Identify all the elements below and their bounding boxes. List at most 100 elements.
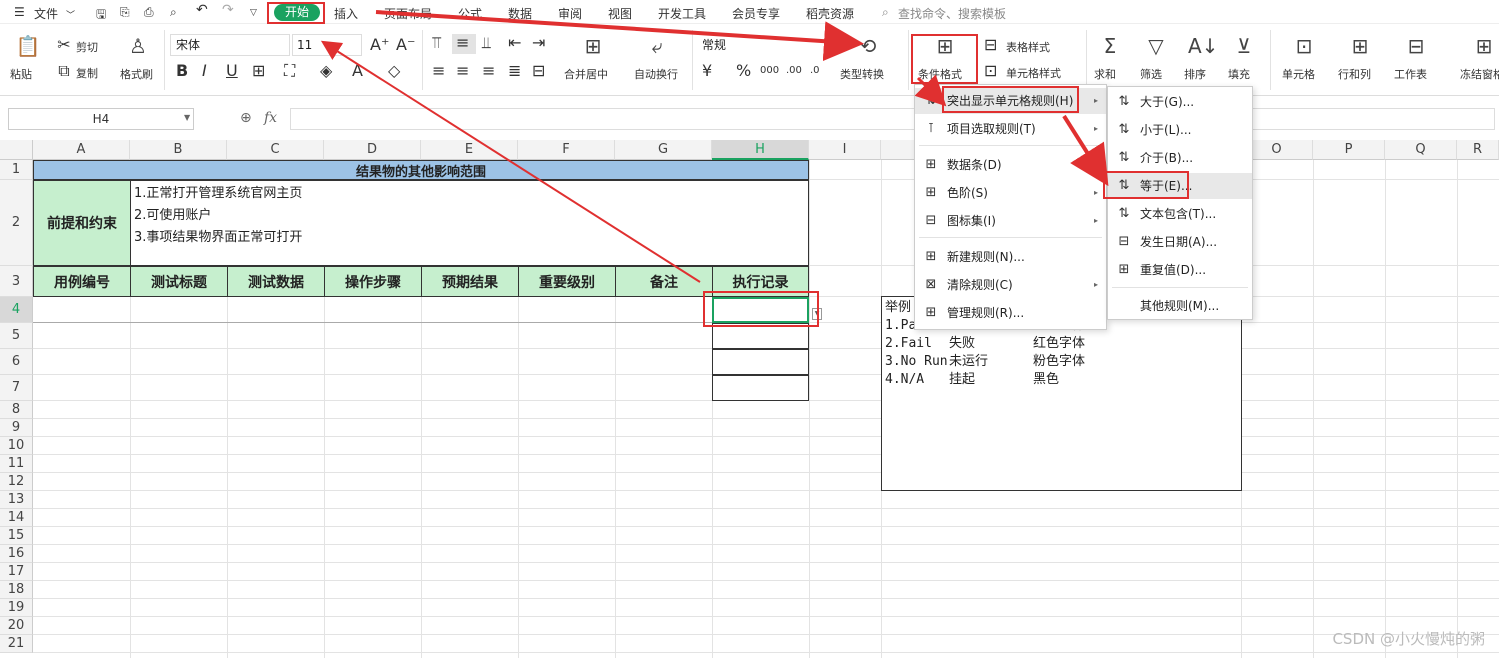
row-col-icon[interactable]: ⊞ <box>1348 34 1372 58</box>
chevron-down-icon[interactable]: ﹀ <box>66 8 75 21</box>
redo-icon[interactable]: ↷ <box>222 2 234 18</box>
row-header-21[interactable]: 21 <box>0 635 33 653</box>
fill-button[interactable]: 填充 <box>1228 66 1250 82</box>
submenu-greater-than[interactable]: ⇅ 大于(G)... <box>1108 89 1252 115</box>
file-menu[interactable]: 文件 <box>34 5 58 22</box>
eraser-icon[interactable]: ◇ <box>388 62 400 80</box>
col-header-h[interactable]: H <box>712 140 809 160</box>
cell-h5[interactable] <box>712 323 809 349</box>
submenu-more-rules[interactable]: 其他规则(M)... <box>1108 293 1252 319</box>
header-execution-record[interactable]: 执行记录 <box>712 266 809 297</box>
row-header-10[interactable]: 10 <box>0 437 33 455</box>
col-header-i[interactable]: I <box>809 140 881 160</box>
font-color-icon[interactable]: A <box>352 62 363 80</box>
cell-button[interactable]: 单元格 <box>1282 66 1315 82</box>
col-header-d[interactable]: D <box>324 140 421 160</box>
border-icon[interactable]: ⊞ <box>252 62 265 80</box>
justify-icon[interactable]: ≣ <box>508 62 521 80</box>
save-icon[interactable]: 🖫 <box>96 5 106 26</box>
tab-member[interactable]: 会员专享 <box>732 5 780 22</box>
header-notes[interactable]: 备注 <box>615 266 713 297</box>
number-format-select[interactable]: 常规 <box>698 34 828 56</box>
cell-style-icon[interactable]: ⊡ <box>984 62 997 80</box>
row-header-2[interactable]: 2 <box>0 180 33 266</box>
menu-item-new-rule[interactable]: ⊞ 新建规则(N)... <box>915 244 1106 270</box>
align-left-icon[interactable]: ≡ <box>432 62 445 80</box>
cut-button[interactable]: 剪切 <box>76 39 98 55</box>
row-header-7[interactable]: 7 <box>0 375 33 401</box>
fx-icon[interactable]: fx <box>264 110 277 126</box>
tab-review[interactable]: 审阅 <box>558 5 582 22</box>
header-case-id[interactable]: 用例编号 <box>33 266 131 297</box>
zoom-icon[interactable]: ⊕ <box>240 110 252 126</box>
table-title-cell[interactable]: 结果物的其他影响范围 <box>33 160 809 180</box>
cell-h6[interactable] <box>712 349 809 375</box>
thousands-icon[interactable]: 000 <box>760 62 779 80</box>
header-expected[interactable]: 预期结果 <box>421 266 519 297</box>
tab-home[interactable]: 开始 <box>274 4 320 21</box>
align-top-icon[interactable]: ⫪ <box>432 34 441 52</box>
tab-formula[interactable]: 公式 <box>458 5 482 22</box>
filter-icon[interactable]: ▽ <box>1144 34 1168 58</box>
col-header-r[interactable]: R <box>1457 140 1499 160</box>
sort-icon[interactable]: A↓ <box>1188 34 1218 58</box>
paste-button[interactable]: 粘贴 <box>10 66 32 82</box>
selected-cell-h4[interactable] <box>712 297 809 323</box>
col-header-e[interactable]: E <box>421 140 518 160</box>
col-header-q[interactable]: Q <box>1385 140 1457 160</box>
tab-view[interactable]: 视图 <box>608 5 632 22</box>
freeze-icon[interactable]: ⊞ <box>1472 34 1496 58</box>
menu-item-highlight-rules[interactable]: ⇅ 突出显示单元格规则(H) ▸ <box>915 88 1106 114</box>
worksheet-icon[interactable]: ⊟ <box>1404 34 1428 58</box>
bold-icon[interactable]: B <box>176 62 188 80</box>
col-header-c[interactable]: C <box>227 140 324 160</box>
conditional-format-button[interactable]: 条件格式 <box>918 66 962 82</box>
tab-developer[interactable]: 开发工具 <box>658 5 706 22</box>
row-header-4[interactable]: 4 <box>0 297 33 323</box>
name-box[interactable]: H4 <box>8 108 194 130</box>
sum-button[interactable]: 求和 <box>1094 66 1116 82</box>
font-shrink-icon[interactable]: A⁻ <box>396 36 415 54</box>
row-4-cells[interactable] <box>33 297 713 323</box>
sum-icon[interactable]: Σ <box>1098 34 1122 58</box>
paint-bucket-icon[interactable]: ◈ <box>320 62 332 80</box>
menu-item-clear-rule[interactable]: ⊠ 清除规则(C) ▸ <box>915 272 1106 298</box>
indent-increase-icon[interactable]: ⇥ <box>532 34 545 52</box>
italic-icon[interactable]: I <box>202 62 207 80</box>
tab-data[interactable]: 数据 <box>508 5 532 22</box>
col-header-f[interactable]: F <box>518 140 615 160</box>
align-middle-icon[interactable]: ≡ <box>456 34 469 52</box>
cell-style-button[interactable]: 单元格样式 <box>1006 65 1061 81</box>
currency-icon[interactable]: ¥ <box>702 62 712 80</box>
dropdown-arrow-icon[interactable]: ▼ <box>812 308 822 320</box>
submenu-text-contains[interactable]: ⇅ 文本包含(T)... <box>1108 201 1252 227</box>
underline-icon[interactable]: U <box>226 62 238 80</box>
table-style-icon[interactable]: ⊟ <box>984 36 997 54</box>
undo-icon[interactable]: ↶ <box>196 2 208 18</box>
font-name-select[interactable]: 宋体 <box>170 34 290 56</box>
align-bottom-icon[interactable]: ⫫ <box>482 34 491 52</box>
submenu-duplicate-values[interactable]: ⊞ 重复值(D)... <box>1108 257 1252 283</box>
row-header-16[interactable]: 16 <box>0 545 33 563</box>
tab-insert[interactable]: 插入 <box>334 5 358 22</box>
decrease-decimal-icon[interactable]: .0 <box>810 62 820 80</box>
percent-icon[interactable]: % <box>736 62 751 80</box>
row-header-19[interactable]: 19 <box>0 599 33 617</box>
type-convert-button[interactable]: 类型转换 <box>840 66 884 82</box>
row-col-button[interactable]: 行和列 <box>1338 66 1371 82</box>
align-right-icon[interactable]: ≡ <box>482 62 495 80</box>
brush-icon[interactable]: ♙ <box>126 34 150 58</box>
filter-button[interactable]: 筛选 <box>1140 66 1162 82</box>
scissors-icon[interactable]: ✂ <box>56 36 72 54</box>
indent-decrease-icon[interactable]: ⇤ <box>508 34 521 52</box>
col-header-g[interactable]: G <box>615 140 712 160</box>
submenu-between[interactable]: ⇅ 介于(B)... <box>1108 145 1252 171</box>
submenu-less-than[interactable]: ⇅ 小于(L)... <box>1108 117 1252 143</box>
increase-decimal-icon[interactable]: .00 <box>786 62 802 80</box>
cell-icon[interactable]: ⊡ <box>1292 34 1316 58</box>
menu-item-icon-set[interactable]: ⊟ 图标集(I) ▸ <box>915 208 1106 234</box>
menu-item-data-bar[interactable]: ⊞ 数据条(D) ▸ <box>915 152 1106 178</box>
precondition-label-cell[interactable]: 前提和约束 <box>33 180 131 266</box>
submenu-date-occurring[interactable]: ⊟ 发生日期(A)... <box>1108 229 1252 255</box>
submenu-equal-to[interactable]: ⇅ 等于(E)... <box>1108 173 1252 199</box>
